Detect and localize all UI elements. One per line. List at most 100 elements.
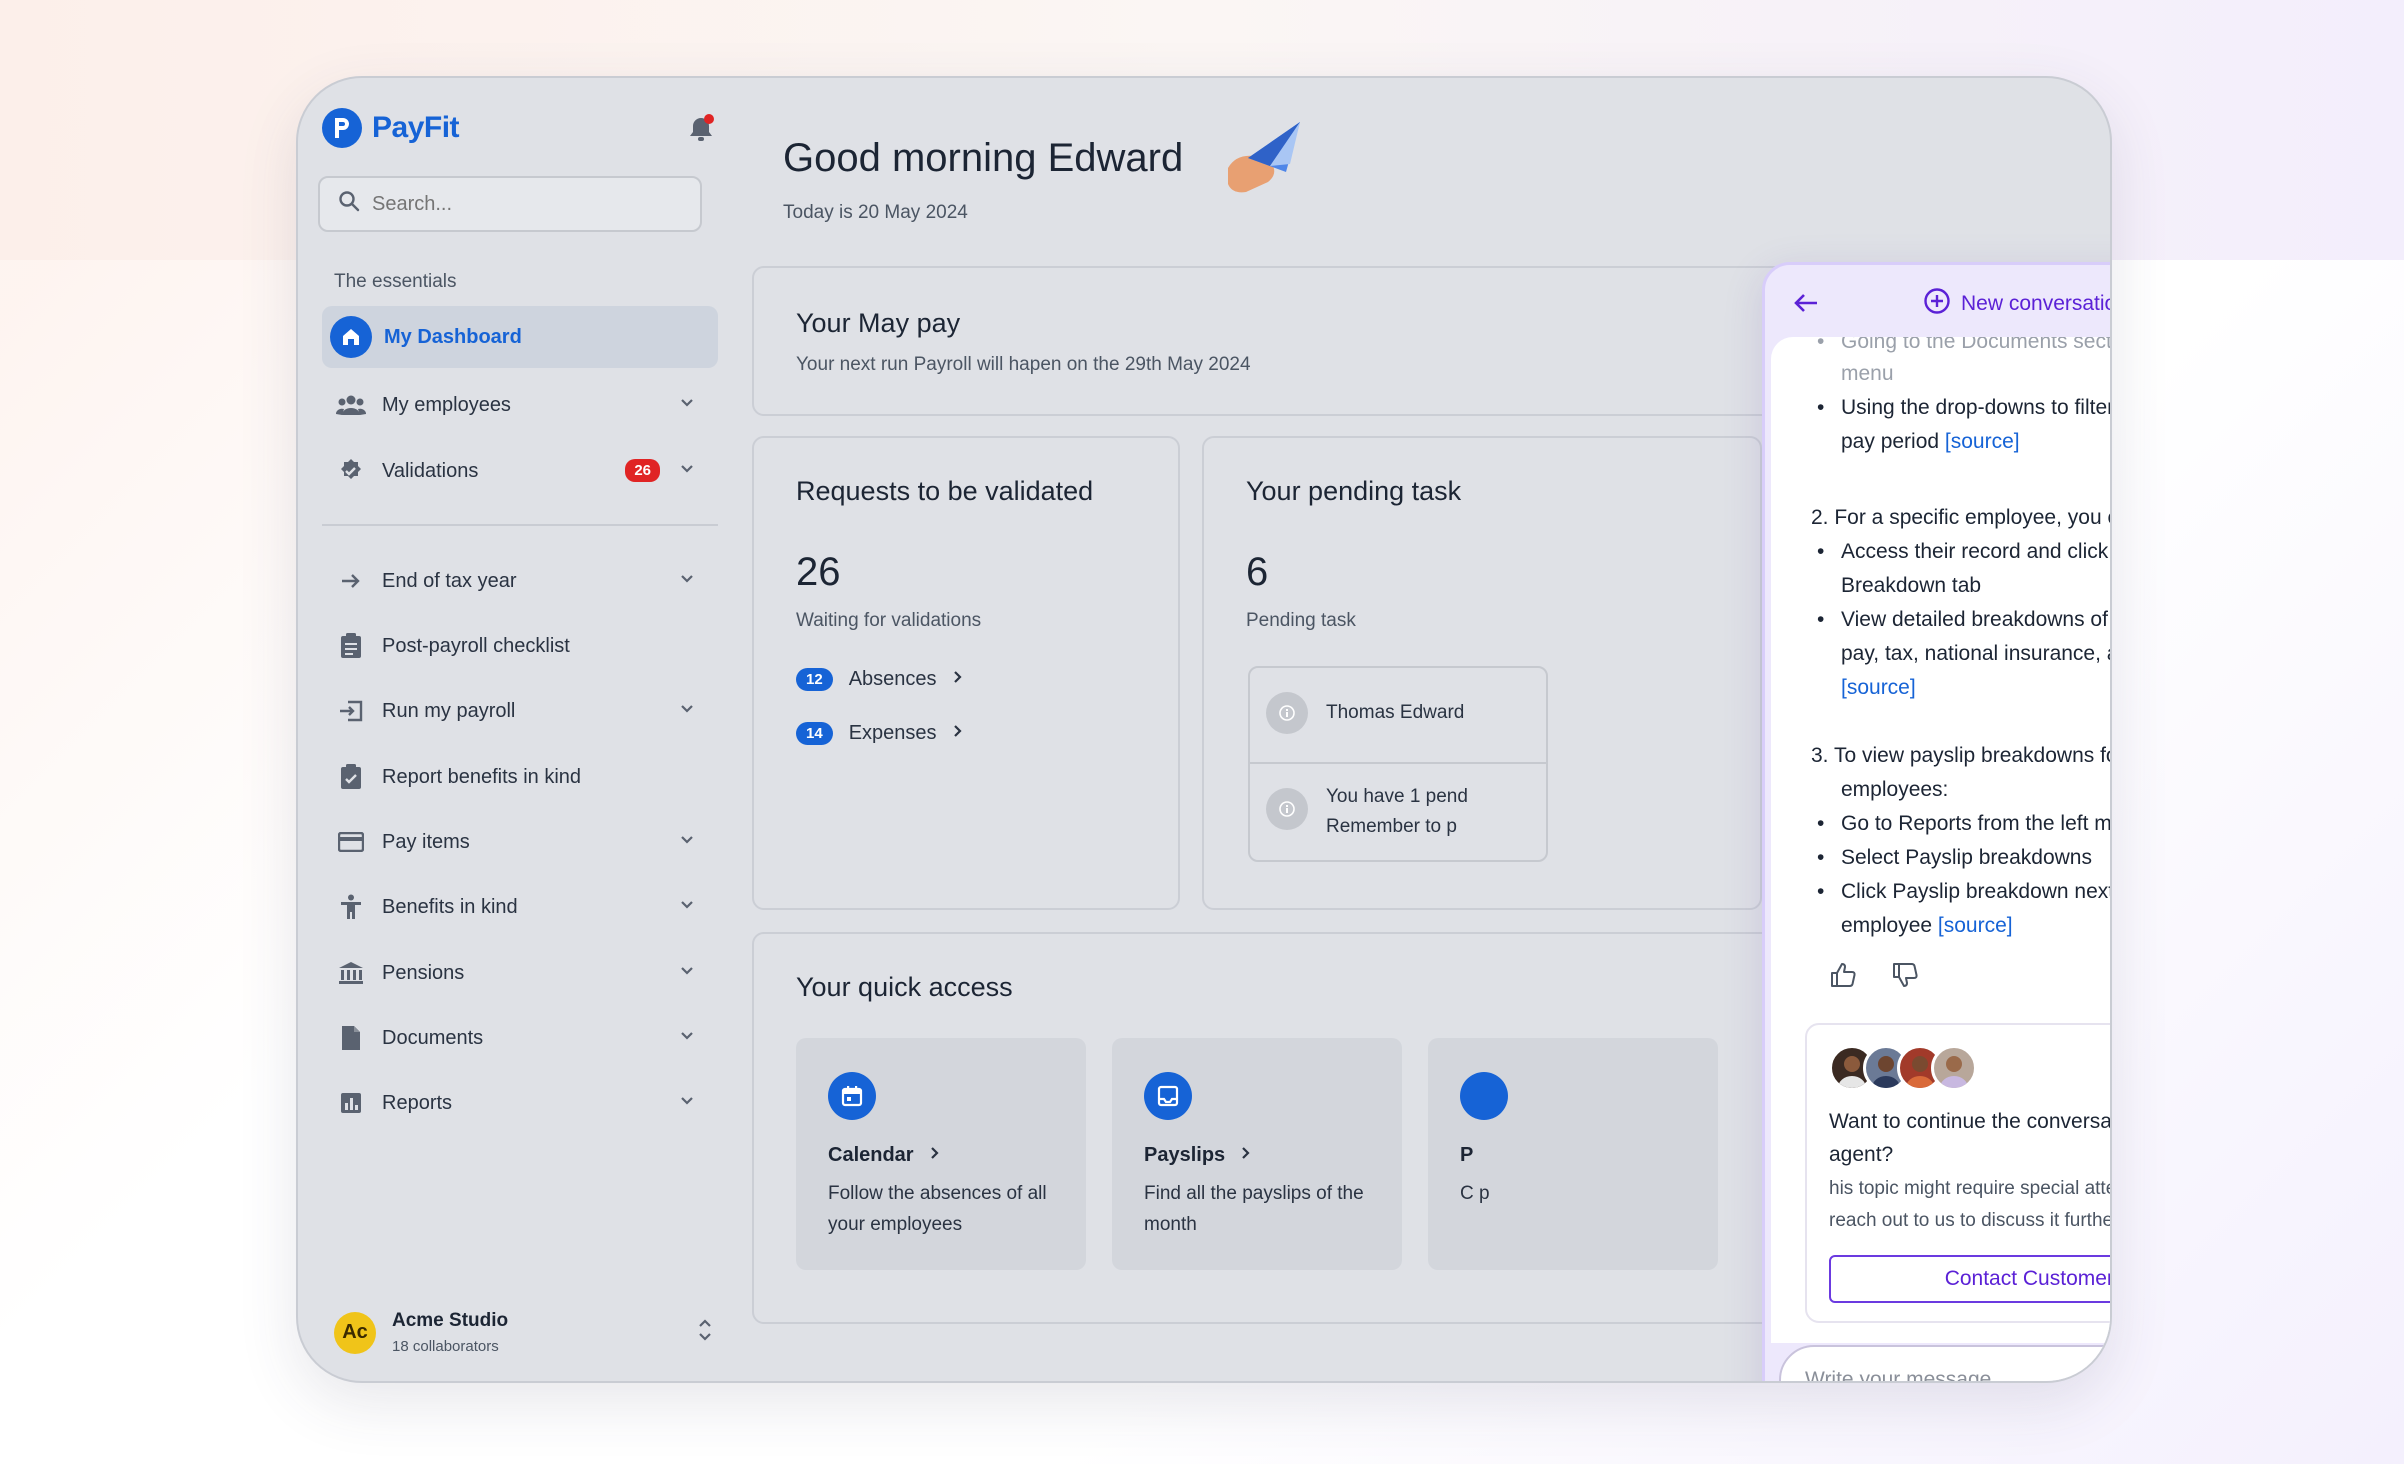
- bell-icon[interactable]: [684, 112, 718, 146]
- sidebar-item-label: Run my payroll: [382, 699, 516, 722]
- sidebar-item-label: Validations: [382, 459, 479, 482]
- card-icon: [336, 827, 366, 857]
- thumbs-up-icon[interactable]: [1829, 961, 1857, 994]
- task-row[interactable]: Thomas Edward: [1250, 692, 1546, 734]
- source-link[interactable]: [source]: [1938, 914, 2013, 937]
- sidebar-item-pensions[interactable]: Pensions: [322, 942, 718, 1004]
- sidebar-item-label: Report benefits in kind: [382, 765, 582, 788]
- message-numbered: employees:: [1841, 778, 1949, 801]
- page-title: Good morning Edward: [783, 136, 1184, 180]
- sidebar-item-label: Pensions: [382, 961, 465, 984]
- calendar-icon: [828, 1072, 876, 1120]
- sidebar-item-label: End of tax year: [382, 569, 517, 592]
- sidebar-item-benefits-in-kind[interactable]: Benefits in kind: [322, 876, 718, 938]
- expenses-link[interactable]: 14 Expenses: [796, 722, 965, 745]
- agent-handoff-card: Want to continue the conversation with a…: [1805, 1023, 2112, 1323]
- chat-header: New conversation: [1765, 265, 2110, 341]
- message-text: Using the drop-downs to filter by employ…: [1841, 396, 2112, 419]
- requests-card[interactable]: Requests to be validated 26 Waiting for …: [752, 436, 1180, 910]
- pending-tasks-title: Your pending task: [1246, 476, 1462, 506]
- task-row-text: You have 1 pend: [1326, 786, 1468, 807]
- payslips-title: Payslips: [1144, 1144, 1226, 1166]
- requests-count-label: Waiting for validations: [796, 610, 982, 631]
- payslip-icon: [1144, 1072, 1192, 1120]
- chevron-down-icon: [678, 700, 696, 724]
- chevron-down-icon: [678, 896, 696, 920]
- chat-messages: Going to the Documents section from the …: [1771, 337, 2112, 1343]
- message-bullet: Select Payslip breakdowns: [1817, 841, 2110, 875]
- sidebar-item-pay-items[interactable]: Pay items: [322, 811, 718, 873]
- chevron-up-down-icon[interactable]: [696, 1316, 714, 1349]
- absences-link[interactable]: 12 Absences: [796, 668, 965, 691]
- sidebar: PayFit The essentials My Dashboard My em…: [298, 78, 743, 1381]
- today-date: Today is 20 May 2024: [783, 202, 968, 223]
- sidebar-item-documents[interactable]: Documents: [322, 1007, 718, 1069]
- sidebar-item-label: Documents: [382, 1026, 484, 1049]
- contact-support-button[interactable]: Contact Customer Support: [1829, 1255, 2110, 1303]
- sidebar-item-run-my-payroll[interactable]: Run my payroll: [322, 680, 718, 742]
- login-icon: [336, 696, 366, 726]
- agent-avatars: [1829, 1045, 1977, 1091]
- message-text: employee: [1841, 914, 1933, 937]
- sidebar-item-end-of-tax-year[interactable]: End of tax year: [322, 550, 718, 612]
- info-icon: [1266, 692, 1308, 734]
- new-conversation-button[interactable]: New conversation: [1923, 287, 2110, 321]
- chevron-down-icon: [678, 1092, 696, 1116]
- sidebar-item-label: Reports: [382, 1091, 453, 1114]
- sidebar-item-label: Post-payroll checklist: [382, 634, 570, 657]
- sidebar-divider: [322, 524, 718, 526]
- chevron-right-icon: [1239, 1144, 1253, 1167]
- account-name: Acme Studio: [392, 1310, 509, 1331]
- person-icon: [336, 892, 366, 922]
- chevron-down-icon: [678, 831, 696, 855]
- clipboard-check-icon: [336, 762, 366, 792]
- sidebar-item-report-benefits-in-kind[interactable]: Report benefits in kind: [322, 746, 718, 808]
- quick-access-title-text: P: [1460, 1144, 1474, 1166]
- source-link[interactable]: [source]: [1945, 430, 2020, 453]
- pending-tasks-card[interactable]: Your pending task 6 Pending task Thomas …: [1202, 436, 1762, 910]
- source-link[interactable]: [source]: [1841, 676, 1916, 699]
- verified-icon: [336, 456, 366, 486]
- chevron-right-icon: [928, 1144, 942, 1167]
- chat-panel: New conversation Going to the Documents …: [1762, 262, 2112, 1381]
- thumbs-down-icon[interactable]: [1891, 961, 1919, 994]
- task-list: Thomas Edward You have 1 pend Remember t…: [1248, 666, 1548, 862]
- task-row[interactable]: You have 1 pend Remember to p: [1250, 782, 1546, 842]
- bank-icon: [336, 958, 366, 988]
- message-text: Click Payslip breakdown next to the rele…: [1841, 880, 2112, 903]
- pay-card[interactable]: Your May pay Your next run Payroll will …: [752, 266, 1792, 416]
- message-bullet: Click Payslip breakdown next to the rele…: [1817, 875, 2112, 943]
- message-input[interactable]: [1805, 1368, 2110, 1381]
- pay-card-subtitle: Your next run Payroll will hapen on the …: [796, 354, 1251, 375]
- chevron-right-icon: [951, 668, 965, 691]
- sidebar-item-my-employees[interactable]: My employees: [322, 374, 718, 436]
- sidebar-item-my-dashboard[interactable]: My Dashboard: [322, 306, 718, 368]
- back-arrow-icon[interactable]: [1793, 291, 1819, 320]
- requests-count: 26: [796, 550, 841, 594]
- quick-access-calendar[interactable]: Calendar Follow the absences of all your…: [796, 1038, 1086, 1270]
- clipboard-icon: [336, 631, 366, 661]
- message-bullet: View detailed breakdowns of calculations…: [1817, 603, 2110, 705]
- sidebar-item-reports[interactable]: Reports: [322, 1072, 718, 1134]
- task-row-text: Thomas Edward: [1326, 702, 1465, 723]
- search-field[interactable]: [318, 176, 702, 232]
- search-input[interactable]: [372, 192, 672, 216]
- chart-icon: [336, 1088, 366, 1118]
- chevron-down-icon: [678, 460, 696, 484]
- sidebar-item-label: Benefits in kind: [382, 895, 518, 918]
- task-divider: [1250, 762, 1546, 764]
- account-switcher[interactable]: Ac Acme Studio 18 collaborators: [334, 1310, 714, 1355]
- message-bullet: Using the drop-downs to filter by employ…: [1817, 391, 2112, 459]
- pending-tasks-count-label: Pending task: [1246, 610, 1356, 631]
- quick-access-payslips[interactable]: Payslips Find all the payslips of the mo…: [1112, 1038, 1402, 1270]
- chevron-down-icon: [678, 570, 696, 594]
- requests-card-title: Requests to be validated: [796, 476, 1094, 506]
- account-collaborators: 18 collaborators: [392, 1338, 499, 1355]
- quick-access-title-text: Payslips: [1144, 1144, 1253, 1167]
- brand-logo[interactable]: PayFit: [322, 108, 460, 148]
- quick-access-third[interactable]: P C p: [1428, 1038, 1718, 1270]
- expenses-count-badge: 14: [796, 722, 833, 745]
- sidebar-item-validations[interactable]: Validations 26: [322, 440, 718, 502]
- sidebar-item-post-payroll-checklist[interactable]: Post-payroll checklist: [322, 615, 718, 677]
- agent-question: Want to continue the conversation with a…: [1829, 1110, 2112, 1166]
